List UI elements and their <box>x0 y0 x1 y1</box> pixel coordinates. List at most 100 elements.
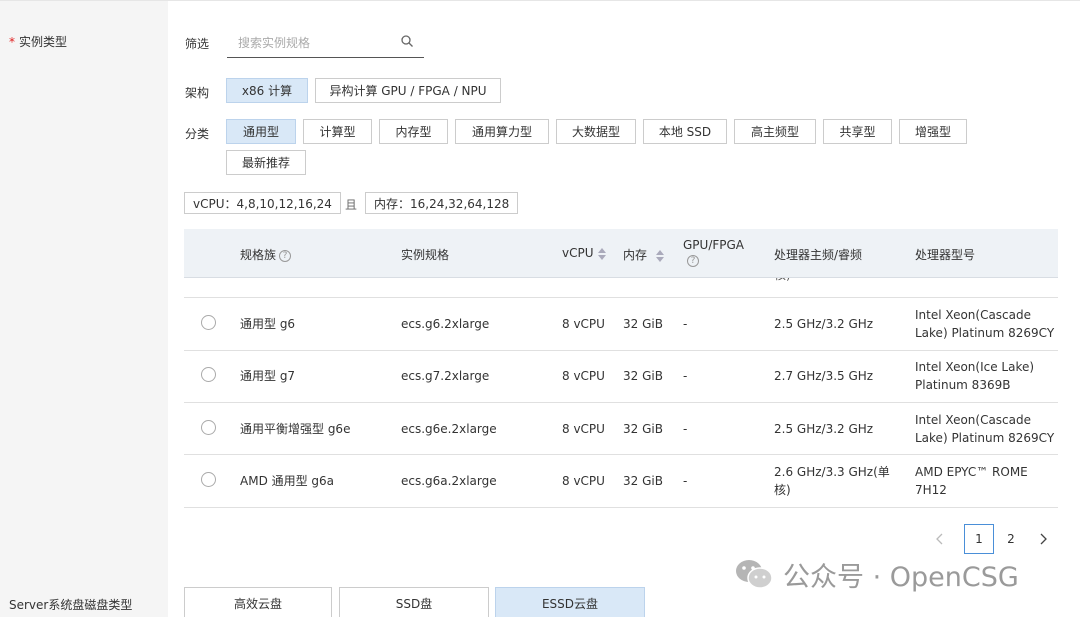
header-model: 处理器型号 <box>915 248 976 262</box>
header-family: 规格族? <box>240 246 292 263</box>
cell-model-line1: AMD EPYC™ ROME <box>915 465 1028 479</box>
next-page-button[interactable] <box>1033 524 1053 554</box>
header-gpu: GPU/FPGA ? <box>683 238 744 267</box>
search-input[interactable]: 搜索实例规格 <box>227 26 424 58</box>
label-column <box>0 0 168 617</box>
disk-option-essd[interactable]: ESSD云盘 <box>495 587 645 617</box>
header-freq: 处理器主频/睿频 <box>774 248 863 262</box>
cell-family: 通用型 g6 <box>240 317 296 331</box>
search-placeholder: 搜索实例规格 <box>238 36 311 50</box>
category-option-general[interactable]: 通用型 <box>226 119 296 144</box>
category-option-high-freq[interactable]: 高主频型 <box>734 119 816 144</box>
cell-model-line2: Lake) Platinum 8269CY <box>915 431 1055 445</box>
category-option-latest[interactable]: 最新推荐 <box>226 150 306 175</box>
cell-vcpu: 8 vCPU <box>562 474 605 488</box>
row-radio[interactable] <box>201 315 216 330</box>
disk-option-efficiency[interactable]: 高效云盘 <box>184 587 332 617</box>
cell-model-line2: 7H12 <box>915 483 947 497</box>
search-icon[interactable] <box>400 34 414 48</box>
row-radio[interactable] <box>201 420 216 435</box>
cell-family: 通用平衡增强型 g6e <box>240 422 351 436</box>
cell-freq: 2.5 GHz/3.2 GHz <box>774 317 874 331</box>
watermark-text: 公众号 · OpenCSG <box>783 561 1019 593</box>
table-row[interactable]: 通用型 g6 ecs.g6.2xlarge 8 vCPU 32 GiB - 2.… <box>184 298 1058 350</box>
cell-spec: ecs.g6e.2xlarge <box>401 422 497 436</box>
category-option-local-ssd[interactable]: 本地 SSD <box>643 119 727 144</box>
chevron-right-icon <box>1040 533 1047 545</box>
category-option-bigdata[interactable]: 大数据型 <box>556 119 636 144</box>
cell-family: AMD 通用型 g6a <box>240 474 335 488</box>
and-text: 且 <box>345 198 358 212</box>
cell-memory: 32 GiB <box>623 474 663 488</box>
row-radio[interactable] <box>201 472 216 487</box>
header-vcpu-text: vCPU <box>562 246 594 260</box>
table-header: 规格族? 实例规格 vCPU 内存 GPU/FPGA ? 处理器主频/睿频 处理… <box>184 229 1058 278</box>
cell-model-line2: Platinum 8369B <box>915 378 1011 392</box>
row-radio[interactable] <box>201 367 216 382</box>
clipped-freq: 核) <box>774 278 791 298</box>
header-memory-text: 内存 <box>623 248 648 262</box>
prev-page-button[interactable] <box>930 524 950 554</box>
cell-gpu: - <box>683 369 688 383</box>
help-icon[interactable]: ? <box>279 249 292 262</box>
sort-icon[interactable] <box>656 249 665 262</box>
wechat-logo-icon <box>736 560 773 589</box>
page-2-button[interactable]: 2 <box>996 524 1026 554</box>
cell-family: 通用型 g7 <box>240 369 296 383</box>
page-1-button[interactable]: 1 <box>964 524 994 554</box>
vcpu-filter-tag[interactable]: vCPU：4,8,10,12,16,24 <box>184 192 341 214</box>
sort-icon[interactable] <box>597 247 606 260</box>
cell-model-line1: Intel Xeon(Cascade <box>915 413 1032 427</box>
cell-vcpu: 8 vCPU <box>562 317 605 331</box>
cell-spec: ecs.g6a.2xlarge <box>401 474 497 488</box>
table-row[interactable]: 通用型 g7 ecs.g7.2xlarge 8 vCPU 32 GiB - 2.… <box>184 351 1058 403</box>
cell-model-line2: Lake) Platinum 8269CY <box>915 326 1055 340</box>
clipped-model-text: 7163 <box>915 278 946 280</box>
disk-option-ssd[interactable]: SSD盘 <box>339 587 489 617</box>
cell-freq-line2: 核) <box>774 483 791 497</box>
cell-vcpu: 8 vCPU <box>562 422 605 436</box>
cell-memory: 32 GiB <box>623 317 663 331</box>
header-gpu-text: GPU/FPGA <box>683 238 745 252</box>
memory-filter-tag[interactable]: 内存：16,24,32,64,128 <box>365 192 519 214</box>
cell-memory: 32 GiB <box>623 369 663 383</box>
category-option-memory[interactable]: 内存型 <box>379 119 448 144</box>
table-row[interactable]: 通用平衡增强型 g6e ecs.g6e.2xlarge 8 vCPU 32 Gi… <box>184 403 1058 455</box>
clipped-freq-text: 核) <box>774 278 791 283</box>
help-icon[interactable]: ? <box>687 255 699 267</box>
category-option-compute[interactable]: 计算型 <box>303 119 372 144</box>
arch-label: 架构 <box>185 86 210 100</box>
category-label: 分类 <box>185 127 210 141</box>
instance-type-label: * 实例类型 <box>9 33 67 50</box>
cell-model: AMD EPYC™ ROME 7H12 <box>915 463 1028 499</box>
table-row[interactable]: AMD 通用型 g6a ecs.g6a.2xlarge 8 vCPU 32 Gi… <box>184 455 1058 507</box>
category-option-enhanced[interactable]: 增强型 <box>899 119 967 144</box>
system-disk-label: Server系统盘磁盘类型 <box>9 598 133 612</box>
cell-freq: 2.6 GHz/3.3 GHz(单 核) <box>774 463 890 499</box>
cell-gpu: - <box>683 317 688 331</box>
arch-option-x86[interactable]: x86 计算 <box>226 78 308 103</box>
instance-type-text: 实例类型 <box>19 35 68 49</box>
clipped-model: 7163 <box>915 278 946 298</box>
category-option-general-compute[interactable]: 通用算力型 <box>455 119 549 144</box>
cell-model: Intel Xeon(Cascade Lake) Platinum 8269CY <box>915 411 1054 447</box>
cell-freq: 2.5 GHz/3.2 GHz <box>774 422 874 436</box>
top-divider <box>0 0 1080 4</box>
cell-freq: 2.7 GHz/3.5 GHz <box>774 369 874 383</box>
arch-option-heterogeneous[interactable]: 异构计算 GPU / FPGA / NPU <box>315 78 501 103</box>
filter-label: 筛选 <box>185 37 210 51</box>
watermark: 公众号 · OpenCSG <box>733 554 1019 594</box>
cell-spec: ecs.g7.2xlarge <box>401 369 490 383</box>
cell-gpu: - <box>683 422 688 436</box>
required-mark: * <box>9 35 15 49</box>
cell-vcpu: 8 vCPU <box>562 369 605 383</box>
cell-spec: ecs.g6.2xlarge <box>401 317 490 331</box>
category-option-shared[interactable]: 共享型 <box>823 119 892 144</box>
cell-freq-line1: 2.6 GHz/3.3 GHz(单 <box>774 465 890 479</box>
cell-model-line1: Intel Xeon(Ice Lake) <box>915 360 1035 374</box>
header-memory[interactable]: 内存 <box>623 246 665 263</box>
cell-gpu: - <box>683 474 688 488</box>
row-divider <box>184 507 1058 508</box>
header-vcpu[interactable]: vCPU <box>562 246 606 260</box>
chevron-left-icon <box>936 533 943 545</box>
